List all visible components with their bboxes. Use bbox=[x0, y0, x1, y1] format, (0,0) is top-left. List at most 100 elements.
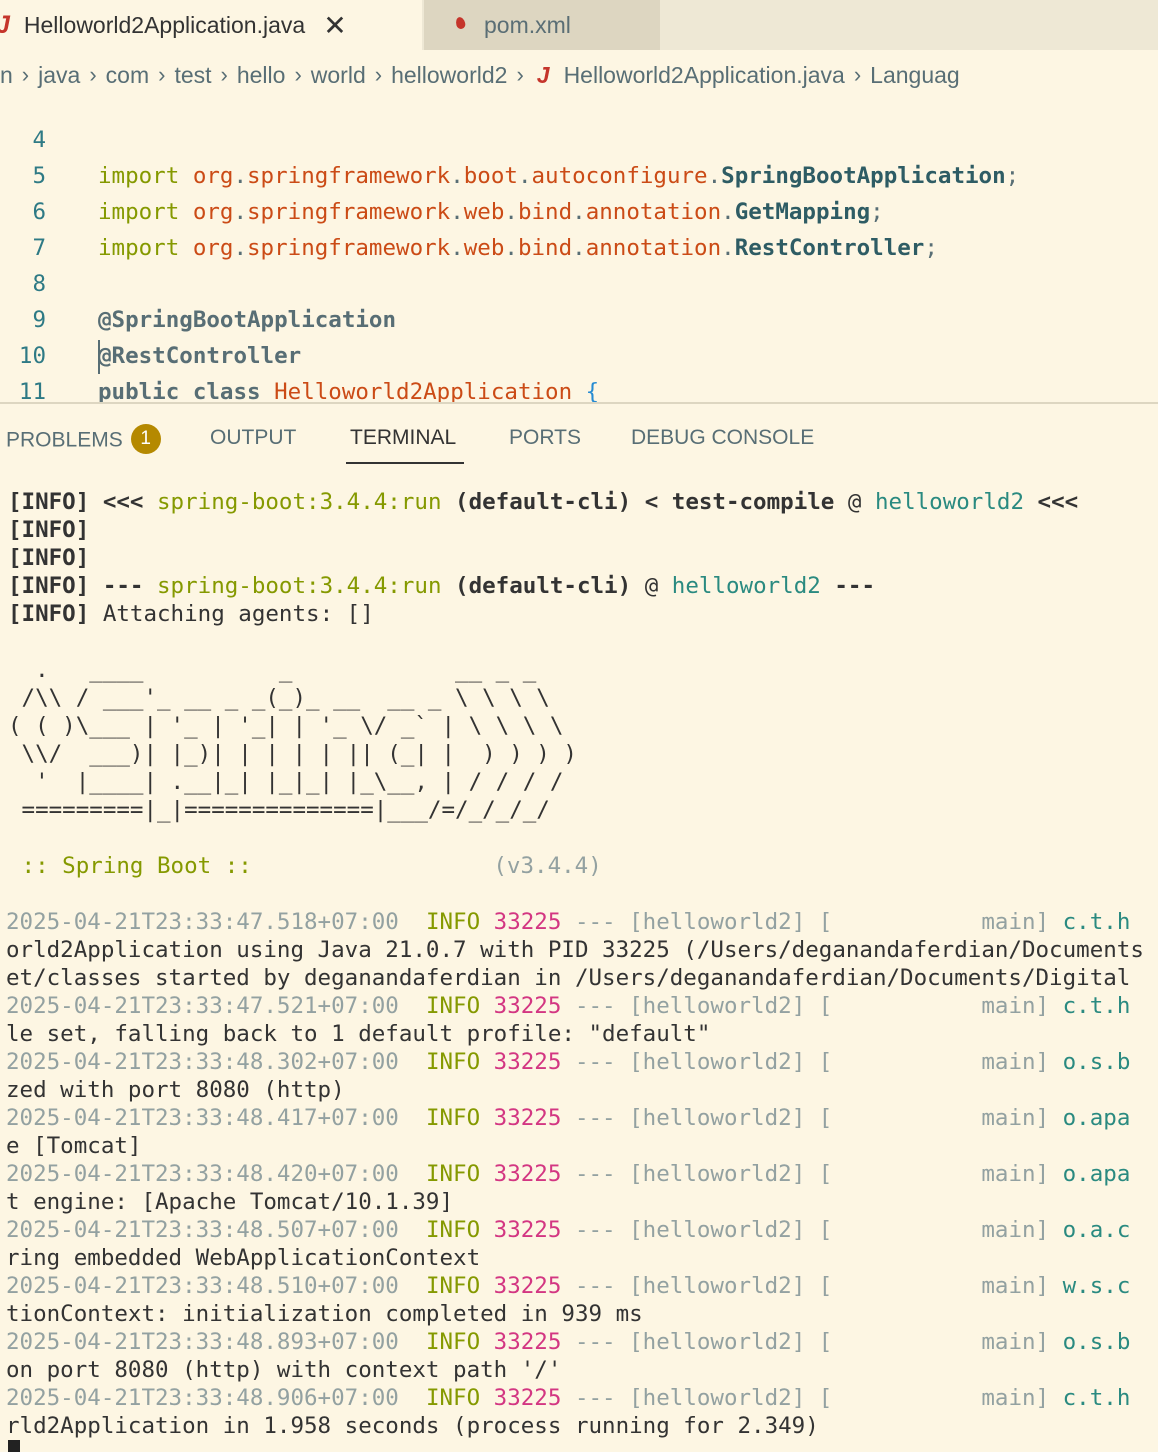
spring-banner-line: . ____ _ __ _ _ bbox=[8, 657, 537, 683]
breadcrumb-item[interactable]: test bbox=[174, 62, 211, 89]
log-line: 2025-04-21T23:33:48.507+07:00 INFO 33225… bbox=[6, 1217, 1131, 1243]
package-segment: annotation bbox=[585, 199, 722, 225]
code-line: 7 bbox=[0, 194, 54, 261]
active-tab-indicator bbox=[346, 462, 464, 464]
class-name: Helloworld2Application bbox=[274, 379, 573, 402]
terminal-line: [INFO] bbox=[8, 517, 90, 543]
tab-helloworld2application-java[interactable]: J Helloworld2Application.java ✕ bbox=[0, 0, 422, 50]
package-segment: web bbox=[463, 235, 505, 261]
chevron-right-icon: › bbox=[21, 62, 30, 87]
code-line: 5 import org.springframework.web.bind.an… bbox=[0, 122, 883, 225]
tab-problems[interactable]: PROBLEMS 1 bbox=[6, 424, 161, 456]
terminal-output[interactable]: [INFO] <<< spring-boot:3.4.4:run (defaul… bbox=[0, 486, 1158, 1452]
log-line-continuation: on port 8080 (http) with context path '/… bbox=[6, 1357, 562, 1383]
package-segment: bind bbox=[517, 199, 573, 225]
problems-count-badge: 1 bbox=[130, 424, 161, 454]
tab-pom-xml[interactable]: pom.xml bbox=[424, 0, 660, 50]
log-line: 2025-04-21T23:33:48.302+07:00 INFO 33225… bbox=[6, 1049, 1131, 1075]
annotation: @SpringBootApplication bbox=[98, 307, 397, 333]
package-segment: web bbox=[463, 199, 505, 225]
tab-output[interactable]: OUTPUT bbox=[210, 426, 296, 450]
breadcrumb-item[interactable]: com bbox=[106, 62, 149, 89]
chevron-right-icon: › bbox=[89, 62, 97, 87]
spring-banner-line: ' |____| .__|_| |_|_| |_\__, | / / / / bbox=[8, 769, 564, 795]
code-line: 4 import org.springframework.boot.autoco… bbox=[0, 86, 1019, 189]
log-line: 2025-04-21T23:33:48.420+07:00 INFO 33225… bbox=[6, 1161, 1131, 1187]
panel-tab-bar: PROBLEMS 1 OUTPUT TERMINAL PORTS DEBUG CO… bbox=[0, 404, 1158, 466]
chevron-right-icon: › bbox=[516, 62, 524, 87]
log-line-continuation: zed with port 8080 (http) bbox=[6, 1077, 345, 1103]
breadcrumb-item[interactable]: helloworld2 bbox=[391, 62, 507, 89]
log-line: 2025-04-21T23:33:47.518+07:00 INFO 33225… bbox=[6, 909, 1131, 935]
package-segment: bind bbox=[517, 235, 573, 261]
spring-banner-line: =========|_|==============|___/=/_/_/_/ bbox=[8, 797, 550, 823]
log-line-continuation: ring embedded WebApplicationContext bbox=[6, 1245, 481, 1271]
terminal-line: [INFO] Attaching agents: [] bbox=[8, 601, 374, 627]
editor-tab-bar: J Helloworld2Application.java ✕ pom.xml bbox=[0, 0, 1158, 50]
chevron-right-icon: › bbox=[374, 62, 383, 87]
log-line-continuation: orld2Application using Java 21.0.7 with … bbox=[6, 937, 1144, 963]
package-segment: autoconfigure bbox=[531, 163, 708, 189]
code-line: 6 import org.springframework.web.bind.an… bbox=[0, 158, 937, 261]
class-name: SpringBootApplication bbox=[721, 163, 1006, 189]
class-name: GetMapping bbox=[734, 199, 871, 225]
log-line-continuation: tionContext: initialization completed in… bbox=[6, 1301, 643, 1327]
terminal-cursor bbox=[8, 1440, 20, 1452]
tab-label: PROBLEMS bbox=[6, 428, 123, 452]
package-segment: org bbox=[192, 199, 234, 225]
annotation: @RestController bbox=[98, 343, 302, 369]
package-segment: boot bbox=[463, 163, 518, 189]
code-line: 8 @SpringBootApplication bbox=[0, 230, 396, 333]
keyword: import bbox=[98, 235, 180, 261]
text-cursor bbox=[98, 340, 100, 374]
log-line: 2025-04-21T23:33:48.417+07:00 INFO 33225… bbox=[6, 1105, 1131, 1131]
log-line: 2025-04-21T23:33:48.906+07:00 INFO 33225… bbox=[6, 1385, 1131, 1411]
tab-debug-console[interactable]: DEBUG CONSOLE bbox=[631, 426, 814, 450]
keyword: public class bbox=[98, 379, 261, 402]
chevron-right-icon: › bbox=[853, 62, 862, 87]
chevron-right-icon: › bbox=[294, 62, 302, 87]
tab-terminal[interactable]: TERMINAL bbox=[350, 426, 456, 450]
package-segment: annotation bbox=[585, 235, 722, 261]
package-segment: springframework bbox=[247, 163, 451, 189]
package-segment: springframework bbox=[247, 199, 451, 225]
breadcrumb-item[interactable]: hello bbox=[237, 62, 286, 89]
code-editor[interactable]: 4 import org.springframework.boot.autoco… bbox=[0, 86, 1158, 402]
spring-banner-line: /\\ / ___'_ __ _ _(_)_ __ __ _ \ \ \ \ bbox=[8, 685, 550, 711]
chevron-right-icon: › bbox=[158, 62, 166, 87]
terminal-line: [INFO] --- spring-boot:3.4.4:run (defaul… bbox=[8, 573, 875, 599]
log-line-continuation: e [Tomcat] bbox=[6, 1133, 142, 1159]
tab-ports[interactable]: PORTS bbox=[509, 426, 581, 450]
log-line-continuation: et/classes started by deganandaferdian i… bbox=[6, 965, 1131, 991]
java-file-icon: J bbox=[536, 61, 550, 88]
chevron-right-icon: › bbox=[220, 62, 228, 87]
spring-banner-line: \\/ ___)| |_)| | | | | || (_| | ) ) ) ) bbox=[8, 741, 577, 767]
tab-label: pom.xml bbox=[484, 11, 571, 38]
keyword: import bbox=[98, 199, 180, 225]
package-segment: org bbox=[192, 235, 234, 261]
code-line: 11 bbox=[0, 338, 54, 402]
maven-feather-icon bbox=[454, 17, 466, 33]
breadcrumb-item[interactable]: Helloworld2Application.java bbox=[564, 62, 845, 89]
log-line: 2025-04-21T23:33:48.893+07:00 INFO 33225… bbox=[6, 1329, 1131, 1355]
log-line: 2025-04-21T23:33:48.510+07:00 INFO 33225… bbox=[6, 1273, 1131, 1299]
breadcrumb-item[interactable]: n bbox=[0, 62, 13, 89]
code-line: 9 @RestController bbox=[0, 266, 301, 369]
close-icon[interactable]: ✕ bbox=[323, 9, 346, 42]
brace: { bbox=[585, 379, 600, 402]
breadcrumb-item[interactable]: world bbox=[311, 62, 366, 89]
log-line-continuation: rld2Application in 1.958 seconds (proces… bbox=[6, 1413, 819, 1439]
terminal-line: [INFO] <<< spring-boot:3.4.4:run (defaul… bbox=[8, 489, 1079, 515]
log-line-continuation: le set, falling back to 1 default profil… bbox=[6, 1021, 711, 1047]
log-line-continuation: t engine: [Apache Tomcat/10.1.39] bbox=[6, 1189, 454, 1215]
log-line: 2025-04-21T23:33:47.521+07:00 INFO 33225… bbox=[6, 993, 1131, 1019]
package-segment: org bbox=[192, 163, 234, 189]
package-segment: springframework bbox=[247, 235, 451, 261]
breadcrumb-item[interactable]: java bbox=[38, 62, 80, 89]
breadcrumb-item[interactable]: Languag bbox=[870, 62, 960, 89]
tab-label: Helloworld2Application.java bbox=[23, 11, 306, 38]
code-line: 10 public class Helloworld2Application { bbox=[0, 302, 599, 402]
class-name: RestController bbox=[734, 235, 925, 261]
terminal-line: [INFO] bbox=[8, 545, 90, 571]
line-number: 11 bbox=[18, 379, 46, 402]
